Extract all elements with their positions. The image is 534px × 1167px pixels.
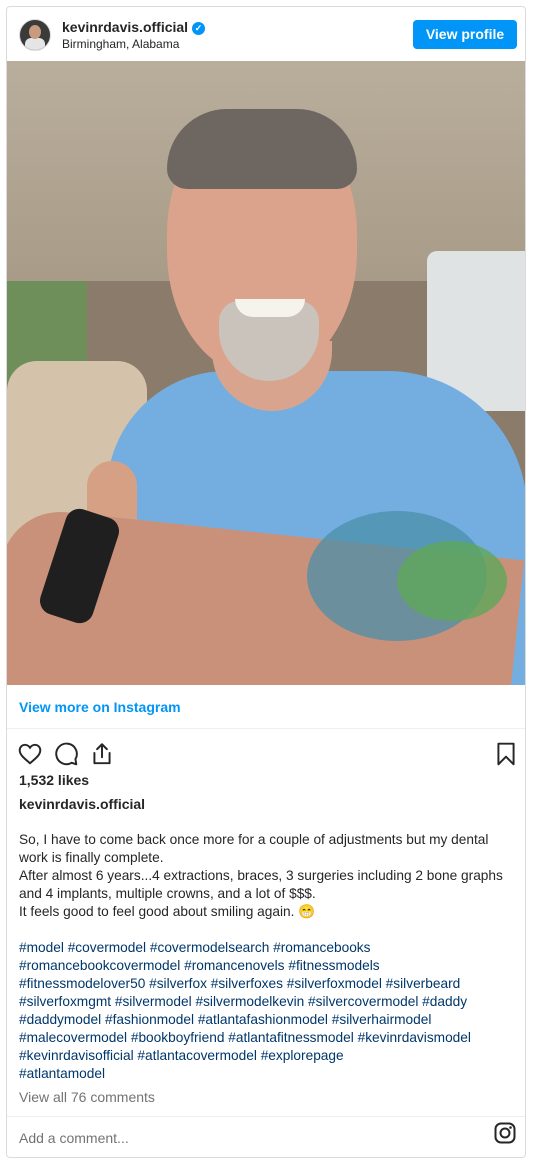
location[interactable]: Birmingham, Alabama xyxy=(62,37,179,51)
hashtags[interactable]: #model #covermodel #covermodelsearch #ro… xyxy=(19,939,519,1083)
view-profile-button[interactable]: View profile xyxy=(413,20,517,49)
hashtag-line[interactable]: #silverfoxmgmt #silvermodel #silvermodel… xyxy=(19,993,519,1011)
post-photo[interactable] xyxy=(7,61,525,685)
action-bar xyxy=(7,735,525,771)
username[interactable]: kevinrdavis.official xyxy=(62,19,188,35)
caption-line: After almost 6 years...4 extractions, br… xyxy=(19,868,503,901)
post-header: kevinrdavis.official ✓ Birmingham, Alabam… xyxy=(7,7,525,61)
hashtag-line[interactable]: #romancebookcovermodel #romancenovels #f… xyxy=(19,957,519,975)
photo-smile xyxy=(235,299,305,317)
hashtag-line[interactable]: #atlantamodel xyxy=(19,1065,519,1083)
avatar-face-shape xyxy=(29,25,41,39)
caption: So, I have to come back once more for a … xyxy=(19,831,519,1083)
heart-icon[interactable] xyxy=(17,741,43,767)
instagram-logo-icon[interactable] xyxy=(493,1121,517,1145)
caption-line: It feels good to feel good about smiling… xyxy=(19,904,316,919)
instagram-embed-card: kevinrdavis.official ✓ Birmingham, Alabam… xyxy=(6,6,526,1158)
verified-badge-icon: ✓ xyxy=(192,22,206,35)
hashtag-line[interactable]: #fitnessmodelover50 #silverfox #silverfo… xyxy=(19,975,519,993)
hashtag-line[interactable]: #daddymodel #fashionmodel #atlantafashio… xyxy=(19,1011,519,1029)
divider xyxy=(7,1116,525,1117)
avatar[interactable] xyxy=(19,19,51,51)
username-row[interactable]: kevinrdavis.official ✓ xyxy=(62,19,206,35)
view-comments-link[interactable]: View all 76 comments xyxy=(19,1089,155,1105)
add-comment-input[interactable]: Add a comment... xyxy=(19,1130,129,1146)
hashtag-line[interactable]: #kevinrdavisofficial #atlantacovermodel … xyxy=(19,1047,519,1065)
comment-icon[interactable] xyxy=(53,741,79,767)
bookmark-icon[interactable] xyxy=(493,741,519,767)
caption-username[interactable]: kevinrdavis.official xyxy=(19,796,145,812)
hashtag-line[interactable]: #model #covermodel #covermodelsearch #ro… xyxy=(19,939,519,957)
photo-tattoo-leaves xyxy=(397,541,507,621)
photo-hair xyxy=(167,109,357,189)
avatar-body-shape xyxy=(25,38,45,50)
share-icon[interactable] xyxy=(89,741,115,767)
caption-line: So, I have to come back once more for a … xyxy=(19,832,489,865)
hashtag-line[interactable]: #malecovermodel #bookboyfriend #atlantaf… xyxy=(19,1029,519,1047)
view-more-link[interactable]: View more on Instagram xyxy=(19,699,181,715)
likes-count[interactable]: 1,532 likes xyxy=(19,772,89,788)
divider xyxy=(7,728,525,729)
